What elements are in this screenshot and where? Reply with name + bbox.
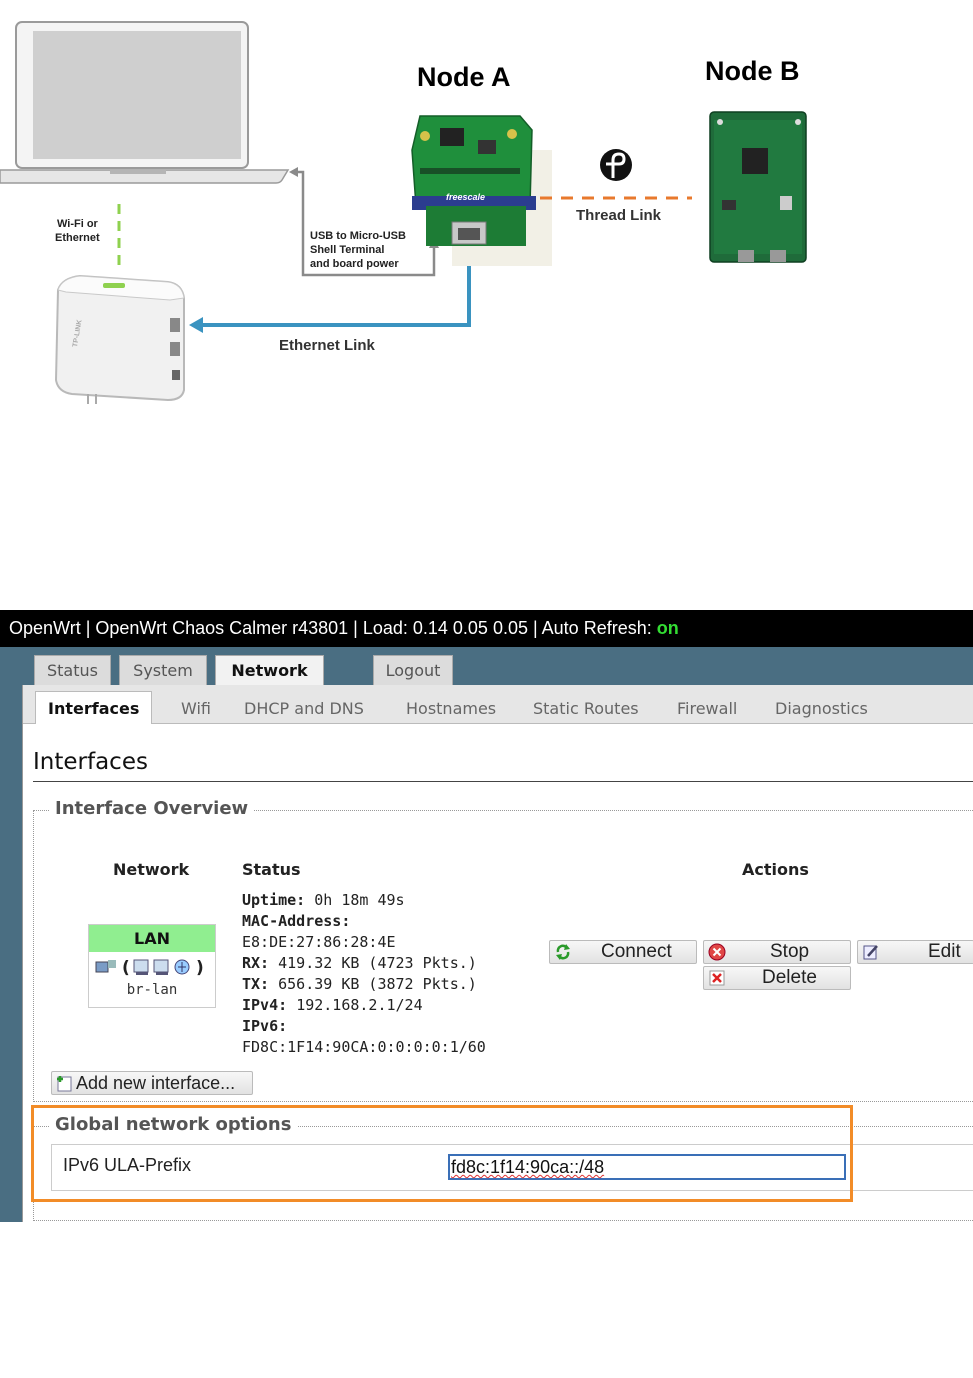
- usb-label: USB to Micro-USB Shell Terminal and boar…: [310, 229, 406, 271]
- tab-logout[interactable]: Logout: [373, 655, 453, 685]
- usb-label-line1: USB to Micro-USB: [310, 230, 406, 242]
- interface-overview-legend: Interface Overview: [49, 798, 255, 819]
- tx-value: 656.39 KB (3872 Pkts.): [278, 975, 477, 993]
- thread-logo-icon: [600, 149, 632, 181]
- subtab-static-routes[interactable]: Static Routes: [533, 694, 639, 723]
- subtab-interfaces[interactable]: Interfaces: [35, 691, 153, 724]
- subtab-firewall[interactable]: Firewall: [677, 694, 737, 723]
- edit-label: Edit: [928, 941, 961, 962]
- svg-text:): ): [196, 958, 204, 978]
- rx-label: RX:: [242, 954, 270, 972]
- stop-icon: [708, 943, 726, 961]
- delete-button[interactable]: Delete: [703, 966, 851, 990]
- interface-devices-icon: ( ): [95, 958, 204, 978]
- svg-text:(: (: [122, 958, 130, 978]
- node-b-board-image: [709, 111, 807, 263]
- tab-network[interactable]: Network: [215, 655, 324, 687]
- status-tx: TX: 656.39 KB (3872 Pkts.): [242, 975, 477, 993]
- content-panel: Interfaces Wifi DHCP and DNS Hostnames S…: [22, 685, 973, 1222]
- rx-value: 419.32 KB (4723 Pkts.): [278, 954, 477, 972]
- subtab-dhcp-dns[interactable]: DHCP and DNS: [244, 694, 364, 723]
- add-icon: [57, 1076, 72, 1092]
- ipv6-label: IPv6:: [242, 1017, 288, 1035]
- openwrt-window: OpenWrt | OpenWrt Chaos Calmer r43801 | …: [0, 610, 973, 1222]
- laptop-icon: [0, 21, 290, 184]
- usb-label-line3: and board power: [310, 258, 399, 270]
- edit-button[interactable]: Edit: [857, 940, 973, 964]
- stop-button[interactable]: Stop: [703, 940, 851, 964]
- header-bar: OpenWrt | OpenWrt Chaos Calmer r43801 | …: [0, 610, 973, 647]
- uptime-label: Uptime:: [242, 891, 306, 909]
- subtab-diagnostics[interactable]: Diagnostics: [775, 694, 868, 723]
- wifi-label: Wi-Fi or Ethernet: [55, 217, 100, 245]
- highlight-box: [31, 1105, 853, 1202]
- lan-interface-badge[interactable]: LAN ( ) br-lan: [88, 924, 216, 1008]
- uptime-value: 0h 18m 49s: [314, 891, 405, 909]
- status-ipv6-label: IPv6:: [242, 1017, 287, 1035]
- node-b-title: Node B: [705, 56, 800, 86]
- status-mac-value: E8:DE:27:86:28:4E: [242, 933, 396, 951]
- usb-label-line2: Shell Terminal: [310, 244, 385, 256]
- delete-label: Delete: [762, 967, 817, 988]
- reload-icon: [556, 944, 570, 960]
- lan-device-name: br-lan: [126, 982, 178, 998]
- connect-label: Connect: [601, 941, 672, 962]
- title-divider: [33, 781, 973, 782]
- status-mac-label: MAC-Address:: [242, 912, 350, 930]
- status-uptime: Uptime: 0h 18m 49s: [242, 891, 405, 909]
- subtab-wifi[interactable]: Wifi: [181, 694, 211, 723]
- stop-label: Stop: [770, 941, 810, 962]
- column-header-actions: Actions: [742, 860, 809, 879]
- column-header-status: Status: [242, 860, 301, 879]
- status-ipv4: IPv4: 192.168.2.1/24: [242, 996, 423, 1014]
- status-ipv6-value: FD8C:1F14:90CA:0:0:0:0:1/60: [242, 1038, 486, 1056]
- page-title: Interfaces: [33, 749, 148, 775]
- board-brand-label: freescale: [446, 192, 486, 202]
- add-interface-button[interactable]: Add new interface...: [51, 1071, 253, 1095]
- thread-link-label: Thread Link: [576, 207, 662, 224]
- tab-status[interactable]: Status: [34, 655, 111, 685]
- node-a-board-image: [411, 115, 552, 266]
- connect-button[interactable]: Connect: [549, 940, 697, 964]
- edit-icon: [863, 945, 878, 960]
- column-header-network: Network: [113, 860, 190, 879]
- tab-system[interactable]: System: [119, 655, 207, 685]
- delete-icon: [709, 970, 725, 986]
- wifi-label-line1: Wi-Fi or: [57, 218, 98, 230]
- subtab-hostnames[interactable]: Hostnames: [406, 694, 496, 723]
- auto-refresh-toggle[interactable]: on: [657, 618, 679, 638]
- add-interface-label: Add new interface...: [76, 1073, 236, 1093]
- ipv4-value: 192.168.2.1/24: [296, 996, 423, 1014]
- header-text: OpenWrt | OpenWrt Chaos Calmer r43801 | …: [9, 618, 657, 638]
- mac-label: MAC-Address:: [242, 912, 351, 930]
- ipv4-label: IPv4:: [242, 996, 288, 1014]
- ethernet-link-label: Ethernet Link: [279, 337, 375, 354]
- network-diagram: Node A Node B Wi-Fi or Ethernet USB to M…: [0, 0, 973, 430]
- sub-tabs: Interfaces Wifi DHCP and DNS Hostnames S…: [23, 685, 973, 724]
- wifi-label-line2: Ethernet: [55, 232, 100, 244]
- lan-interface-name: LAN: [89, 925, 215, 952]
- status-rx: RX: 419.32 KB (4723 Pkts.): [242, 954, 477, 972]
- tx-label: TX:: [242, 975, 270, 993]
- node-a-title: Node A: [417, 62, 511, 92]
